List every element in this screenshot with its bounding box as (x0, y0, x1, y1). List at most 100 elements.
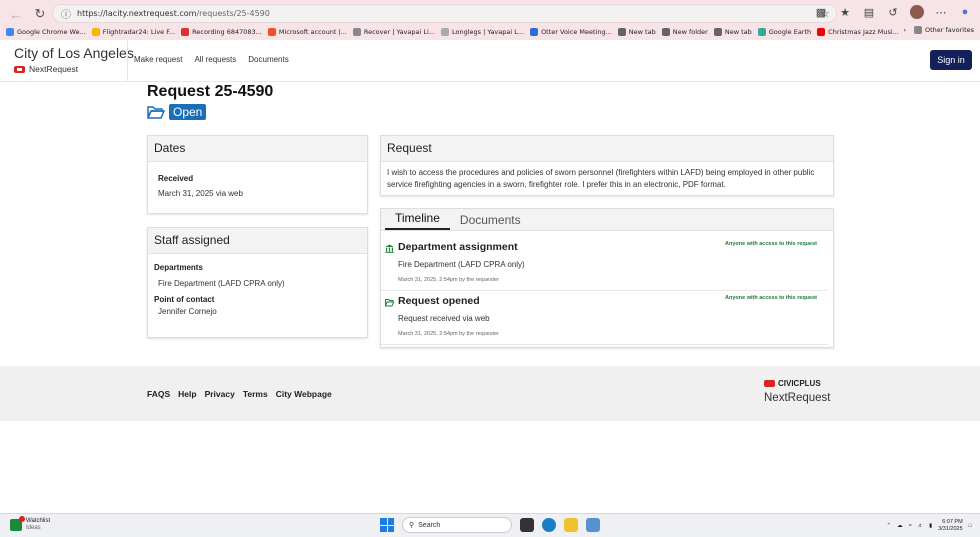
widget-subtitle: Ideas (26, 525, 41, 531)
bookmark-label: Christmas Jazz Musi... (828, 28, 899, 36)
footer-link-faqs[interactable]: FAQS (147, 389, 170, 399)
bookmark-item[interactable]: Christmas Jazz Musi... (817, 28, 899, 36)
address-bar[interactable]: ⓘ https://lacity.nextrequest.com/request… (52, 4, 837, 23)
other-favorites[interactable]: Other favorites (913, 26, 974, 34)
brand-label: NextRequest (29, 64, 79, 74)
clock-date: 3/31/2025 (938, 526, 963, 532)
bookmark-item[interactable]: Longlegs | Yavapai L... (441, 28, 524, 36)
bookmark-favicon-icon (267, 28, 276, 36)
collections-icon[interactable]: ▤ (862, 5, 876, 19)
bookmark-label: Flightradar24: Live F... (102, 28, 176, 36)
tab-documents[interactable]: Documents (450, 211, 531, 230)
chevron-right-icon[interactable]: › (903, 26, 906, 34)
bookmark-item[interactable]: Microsoft account |... (267, 28, 347, 36)
timeline-item-detail: Request received via web (398, 314, 490, 323)
favorites-icon[interactable]: ★ (838, 5, 852, 19)
task-view-icon[interactable] (520, 518, 534, 532)
bookmark-item[interactable]: New tab (617, 28, 656, 36)
footer-link-terms[interactable]: Terms (243, 389, 268, 399)
file-explorer-icon[interactable] (564, 518, 578, 532)
bookmark-label: New tab (628, 28, 656, 36)
taskbar-search[interactable]: ⚲ Search (402, 517, 512, 533)
request-card: Request I wish to access the procedures … (380, 135, 834, 196)
system-tray: ⌃ ☁ ≈ ♬ ▮ 6:07 PM 3/31/2025 □ (887, 519, 972, 533)
footer-link-privacy[interactable]: Privacy (205, 389, 235, 399)
history-icon[interactable]: ↺ (886, 5, 900, 19)
bookmark-item[interactable]: Google Earth (757, 28, 812, 36)
bookmark-label: New tab (724, 28, 752, 36)
timeline-item-meta: March 31, 2025, 2:54pm by the requester (398, 277, 499, 283)
browser-tools: ▩ ★ ▤ ↺ ⋯ ● (814, 5, 972, 19)
received-value: March 31, 2025 via web (158, 189, 243, 198)
widget-title: Watchlist (26, 518, 51, 524)
dates-card: Dates Received March 31, 2025 via web (147, 135, 368, 214)
extensions-icon[interactable]: ▩ (814, 5, 828, 19)
bookmark-item[interactable]: Recording 6847083... (181, 28, 262, 36)
staff-card: Staff assigned Departments Fire Departme… (147, 227, 368, 338)
battery-icon[interactable]: ▮ (929, 523, 932, 529)
timeline-item-detail: Fire Department (LAFD CPRA only) (398, 260, 525, 269)
more-menu-icon[interactable]: ⋯ (934, 5, 948, 19)
url-text: https://lacity.nextrequest.com/requests/… (77, 9, 270, 18)
nav-documents[interactable]: Documents (248, 55, 288, 64)
bookmark-favicon-icon (530, 28, 539, 36)
bookmark-item[interactable]: Flightradar24: Live F... (91, 28, 176, 36)
nav-make-request[interactable]: Make request (134, 55, 182, 64)
bookmark-item[interactable]: New tab (713, 28, 752, 36)
bookmark-label: Longlegs | Yavapai L... (452, 28, 525, 36)
poc-label: Point of contact (154, 295, 215, 304)
app-icon[interactable] (586, 518, 600, 532)
widgets-button[interactable]: Watchlist Ideas (10, 516, 51, 532)
footer-link-help[interactable]: Help (178, 389, 196, 399)
clock-time: 6:07 PM (942, 519, 963, 525)
building-icon (385, 244, 394, 253)
civicplus-mark-icon (764, 380, 775, 387)
nextrequest-mark-icon (14, 65, 25, 73)
footer-link-city-webpage[interactable]: City Webpage (276, 389, 332, 399)
start-icon[interactable] (380, 518, 394, 532)
page-title: Request 25-4590 (147, 83, 274, 100)
timeline-tabs: Timeline Documents (381, 209, 833, 231)
cloud-icon[interactable]: ☁ (897, 523, 903, 529)
staff-heading: Staff assigned (148, 228, 367, 254)
bookmark-item[interactable]: Otter Voice Meeting... (530, 28, 612, 36)
back-icon[interactable]: ← (6, 5, 26, 23)
os-taskbar: Watchlist Ideas ⚲ Search ⌃ ☁ ≈ ♬ ▮ 6:07 … (0, 513, 980, 537)
clock[interactable]: 6:07 PM 3/31/2025 (938, 519, 962, 533)
copilot-icon[interactable]: ● (958, 5, 972, 19)
notification-icon[interactable]: □ (969, 523, 972, 529)
bookmark-item[interactable]: Recover | Yavapai Li... (352, 28, 435, 36)
watchlist-icon (10, 516, 25, 531)
volume-icon[interactable]: ♬ (918, 523, 924, 529)
bookmark-favicon-icon (661, 28, 670, 36)
poc-value: Jennifer Cornejo (158, 307, 217, 316)
bookmark-label: Google Earth (768, 28, 812, 36)
sign-in-button[interactable]: Sign in (930, 50, 972, 70)
search-icon: ⚲ (409, 522, 415, 529)
bookmark-favicon-icon (817, 28, 826, 36)
bookmark-label: Recover | Yavapai Li... (363, 28, 435, 36)
folder-open-icon (385, 299, 394, 307)
profile-avatar[interactable] (910, 5, 924, 19)
civicplus-logo[interactable]: CIVICPLUS (764, 379, 821, 388)
nextrequest-logo[interactable]: NextRequest (14, 64, 78, 74)
header-divider (127, 40, 128, 81)
bookmark-item[interactable]: New folder (661, 28, 708, 36)
wifi-icon[interactable]: ≈ (909, 523, 912, 529)
edge-icon[interactable] (542, 518, 556, 532)
refresh-icon[interactable]: ↻ (30, 5, 50, 23)
folder-icon (913, 26, 922, 34)
chevron-up-icon[interactable]: ⌃ (887, 523, 892, 529)
bookmark-favicon-icon (181, 28, 190, 36)
bookmark-favicon-icon (91, 28, 100, 36)
bookmarks-bar: Google Chrome We... Flightradar24: Live F… (0, 24, 980, 40)
nav-all-requests[interactable]: All requests (194, 55, 236, 64)
city-name[interactable]: City of Los Angeles (14, 45, 134, 61)
bookmark-label: Otter Voice Meeting... (541, 28, 612, 36)
tab-timeline[interactable]: Timeline (385, 209, 450, 230)
department-value: Fire Department (LAFD CPRA only) (158, 279, 285, 288)
civicplus-label: CIVICPLUS (778, 379, 821, 388)
search-label: Search (418, 521, 441, 529)
bookmark-item[interactable]: Google Chrome We... (6, 28, 86, 36)
timeline-card: Timeline Documents Department assignment… (380, 208, 834, 348)
